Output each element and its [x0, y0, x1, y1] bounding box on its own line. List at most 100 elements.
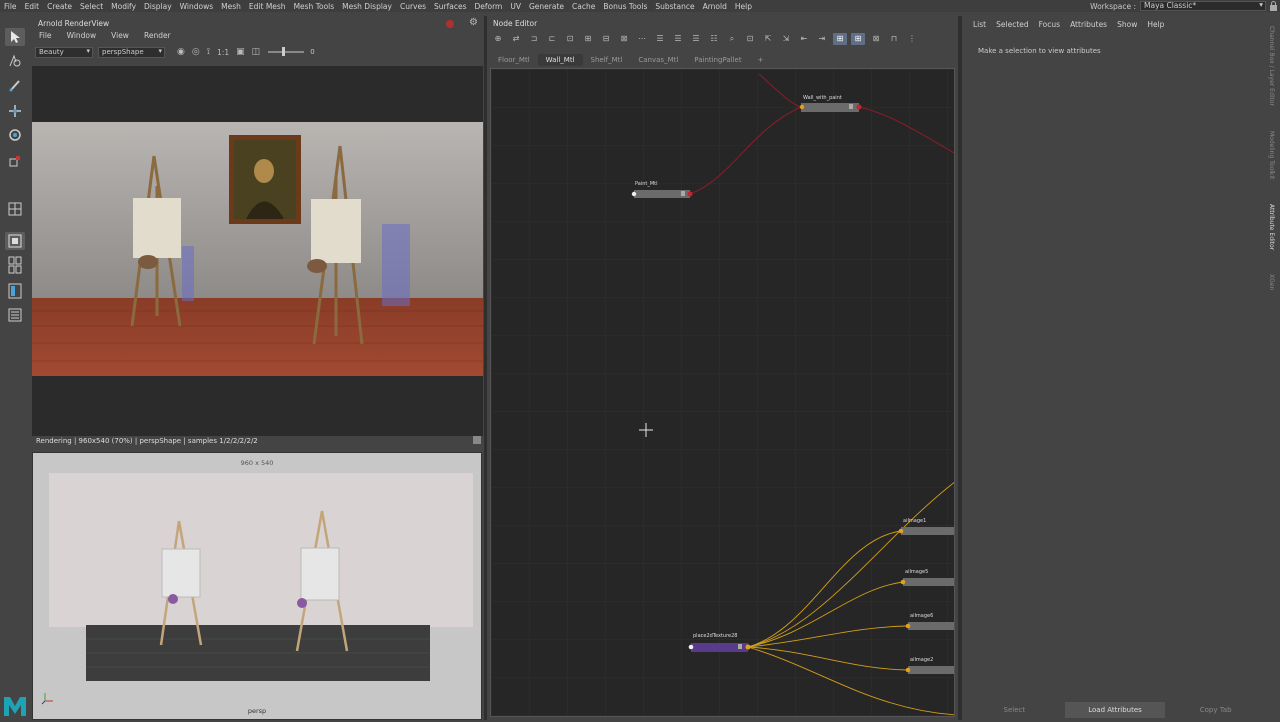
persp-viewport[interactable]: 960 x 540 persp: [32, 452, 482, 720]
input-connections-icon[interactable]: ⊐: [527, 33, 541, 45]
search-icon[interactable]: ⌕: [725, 33, 739, 45]
node-graph-canvas[interactable]: Wall_with_paint Paint_Mtl aiImage1 aiIma…: [490, 68, 955, 717]
io-connections-icon[interactable]: ⊏: [545, 33, 559, 45]
menu-generate[interactable]: Generate: [525, 2, 568, 11]
sync-selection-icon[interactable]: ⊓: [887, 33, 901, 45]
tab-channel-box[interactable]: Channel Box / Layer Editor: [1268, 26, 1275, 106]
rv-menu-window[interactable]: Window: [58, 31, 103, 40]
simple-mode-icon[interactable]: ☰: [653, 33, 667, 45]
ae-menu-help[interactable]: Help: [1142, 20, 1169, 29]
menu-surfaces[interactable]: Surfaces: [430, 2, 470, 11]
aov-dropdown[interactable]: Beauty: [35, 46, 93, 58]
arrow-right-icon[interactable]: ⇥: [815, 33, 829, 45]
menu-help[interactable]: Help: [731, 2, 756, 11]
menu-modify[interactable]: Modify: [107, 2, 140, 11]
attribute-editor-menu: List Selected Focus Attributes Show Help: [968, 20, 1169, 29]
tab-painting-pallet[interactable]: PaintingPallet: [686, 54, 749, 66]
rotate-tool-icon[interactable]: [5, 126, 25, 144]
snap-grid-icon[interactable]: ⊞: [851, 33, 865, 45]
output-connections-icon[interactable]: ⊡: [563, 33, 577, 45]
ae-menu-list[interactable]: List: [968, 20, 991, 29]
menu-select[interactable]: Select: [76, 2, 107, 11]
move-tool-icon[interactable]: [5, 102, 25, 120]
menu-bonus-tools[interactable]: Bonus Tools: [599, 2, 651, 11]
frame-selected-icon[interactable]: ⊠: [617, 33, 631, 45]
pin-icon[interactable]: ⇱: [761, 33, 775, 45]
add-tab-button[interactable]: +: [750, 54, 772, 66]
workspace-dropdown[interactable]: Maya Classic*: [1140, 1, 1266, 11]
menu-cache[interactable]: Cache: [568, 2, 599, 11]
custom-mode-icon[interactable]: ☷: [707, 33, 721, 45]
clear-graph-icon[interactable]: ⊞: [581, 33, 595, 45]
ae-menu-focus[interactable]: Focus: [1034, 20, 1065, 29]
tab-floor-mtl[interactable]: Floor_Mtl: [490, 54, 538, 66]
copy-tab-button[interactable]: Copy Tab: [1165, 702, 1266, 718]
tab-modeling-toolkit[interactable]: Modeling Toolkit: [1268, 131, 1275, 179]
graph-materials-icon[interactable]: ⊕: [491, 33, 505, 45]
select-button[interactable]: Select: [964, 702, 1065, 718]
panel-divider[interactable]: [958, 16, 962, 720]
options-icon[interactable]: ⋮: [905, 33, 919, 45]
rv-menu-file[interactable]: File: [30, 31, 58, 40]
menu-mesh[interactable]: Mesh: [217, 2, 245, 11]
menu-deform[interactable]: Deform: [470, 2, 506, 11]
grid-toggle-icon[interactable]: ⊞: [833, 33, 847, 45]
tab-shelf-mtl[interactable]: Shelf_Mtl: [583, 54, 631, 66]
tab-xgen[interactable]: XGen: [1268, 274, 1275, 290]
menu-uv[interactable]: UV: [506, 2, 525, 11]
ratio-label[interactable]: 1:1: [217, 48, 229, 57]
gear-icon[interactable]: ⚙: [469, 17, 478, 28]
tab-canvas-mtl[interactable]: Canvas_Mtl: [630, 54, 686, 66]
status-close-icon[interactable]: [473, 436, 481, 444]
render-view-toolbar: Beauty perspShape ◉ ◎ ⟟ 1:1 ▣ ◫ 0: [30, 44, 484, 60]
connected-mode-icon[interactable]: ☰: [671, 33, 685, 45]
ae-menu-attributes[interactable]: Attributes: [1065, 20, 1112, 29]
rv-menu-render[interactable]: Render: [135, 31, 177, 40]
persp-outliner-layout-icon[interactable]: [5, 282, 25, 300]
menu-arnold[interactable]: Arnold: [699, 2, 731, 11]
tab-attribute-editor[interactable]: Attribute Editor: [1268, 204, 1275, 250]
resolution-gate-label: 960 x 540: [240, 459, 274, 467]
menu-mesh-display[interactable]: Mesh Display: [338, 2, 396, 11]
lock-icon[interactable]: [1269, 1, 1278, 11]
menu-windows[interactable]: Windows: [176, 2, 217, 11]
stop-render-icon[interactable]: [446, 20, 454, 28]
attribute-filter-icon[interactable]: ⊠: [869, 33, 883, 45]
load-attributes-button[interactable]: Load Attributes: [1064, 702, 1166, 718]
ae-menu-selected[interactable]: Selected: [991, 20, 1034, 29]
ae-menu-show[interactable]: Show: [1112, 20, 1142, 29]
paint-select-tool-icon[interactable]: [5, 76, 25, 94]
display-channels-icon[interactable]: ◎: [192, 47, 200, 57]
menu-curves[interactable]: Curves: [396, 2, 430, 11]
lasso-tool-icon[interactable]: [5, 52, 25, 70]
menu-mesh-tools[interactable]: Mesh Tools: [290, 2, 339, 11]
exposure-slider[interactable]: [268, 47, 305, 56]
refresh-icon[interactable]: ⇄: [509, 33, 523, 45]
menu-display[interactable]: Display: [140, 2, 176, 11]
rv-menu-view[interactable]: View: [102, 31, 135, 40]
tab-wall-mtl[interactable]: Wall_Mtl: [537, 54, 583, 66]
frame-all-icon[interactable]: ⊟: [599, 33, 613, 45]
frame-icon[interactable]: ▣: [236, 47, 245, 57]
panel-divider[interactable]: [484, 16, 487, 720]
crop-region-icon[interactable]: ◉: [177, 47, 185, 57]
side-by-side-layout-icon[interactable]: [5, 256, 25, 274]
single-pane-layout-icon[interactable]: [5, 200, 25, 218]
full-mode-icon[interactable]: ☰: [689, 33, 703, 45]
menu-create[interactable]: Create: [43, 2, 76, 11]
collapse-icon[interactable]: ⋯: [635, 33, 649, 45]
four-pane-layout-icon[interactable]: [5, 232, 25, 250]
map-icon[interactable]: ⊡: [743, 33, 757, 45]
snapshot-icon[interactable]: ⟟: [207, 47, 210, 57]
menu-edit-mesh[interactable]: Edit Mesh: [245, 2, 290, 11]
menu-file[interactable]: File: [0, 2, 21, 11]
unpin-icon[interactable]: ⇲: [779, 33, 793, 45]
scale-tool-icon[interactable]: [5, 152, 25, 170]
menu-edit[interactable]: Edit: [21, 2, 44, 11]
menu-substance[interactable]: Substance: [651, 2, 698, 11]
camera-dropdown[interactable]: perspShape: [98, 46, 165, 58]
outliner-icon[interactable]: [5, 306, 25, 324]
arrow-left-icon[interactable]: ⇤: [797, 33, 811, 45]
select-tool-icon[interactable]: [5, 28, 25, 46]
fit-icon[interactable]: ◫: [252, 47, 261, 57]
